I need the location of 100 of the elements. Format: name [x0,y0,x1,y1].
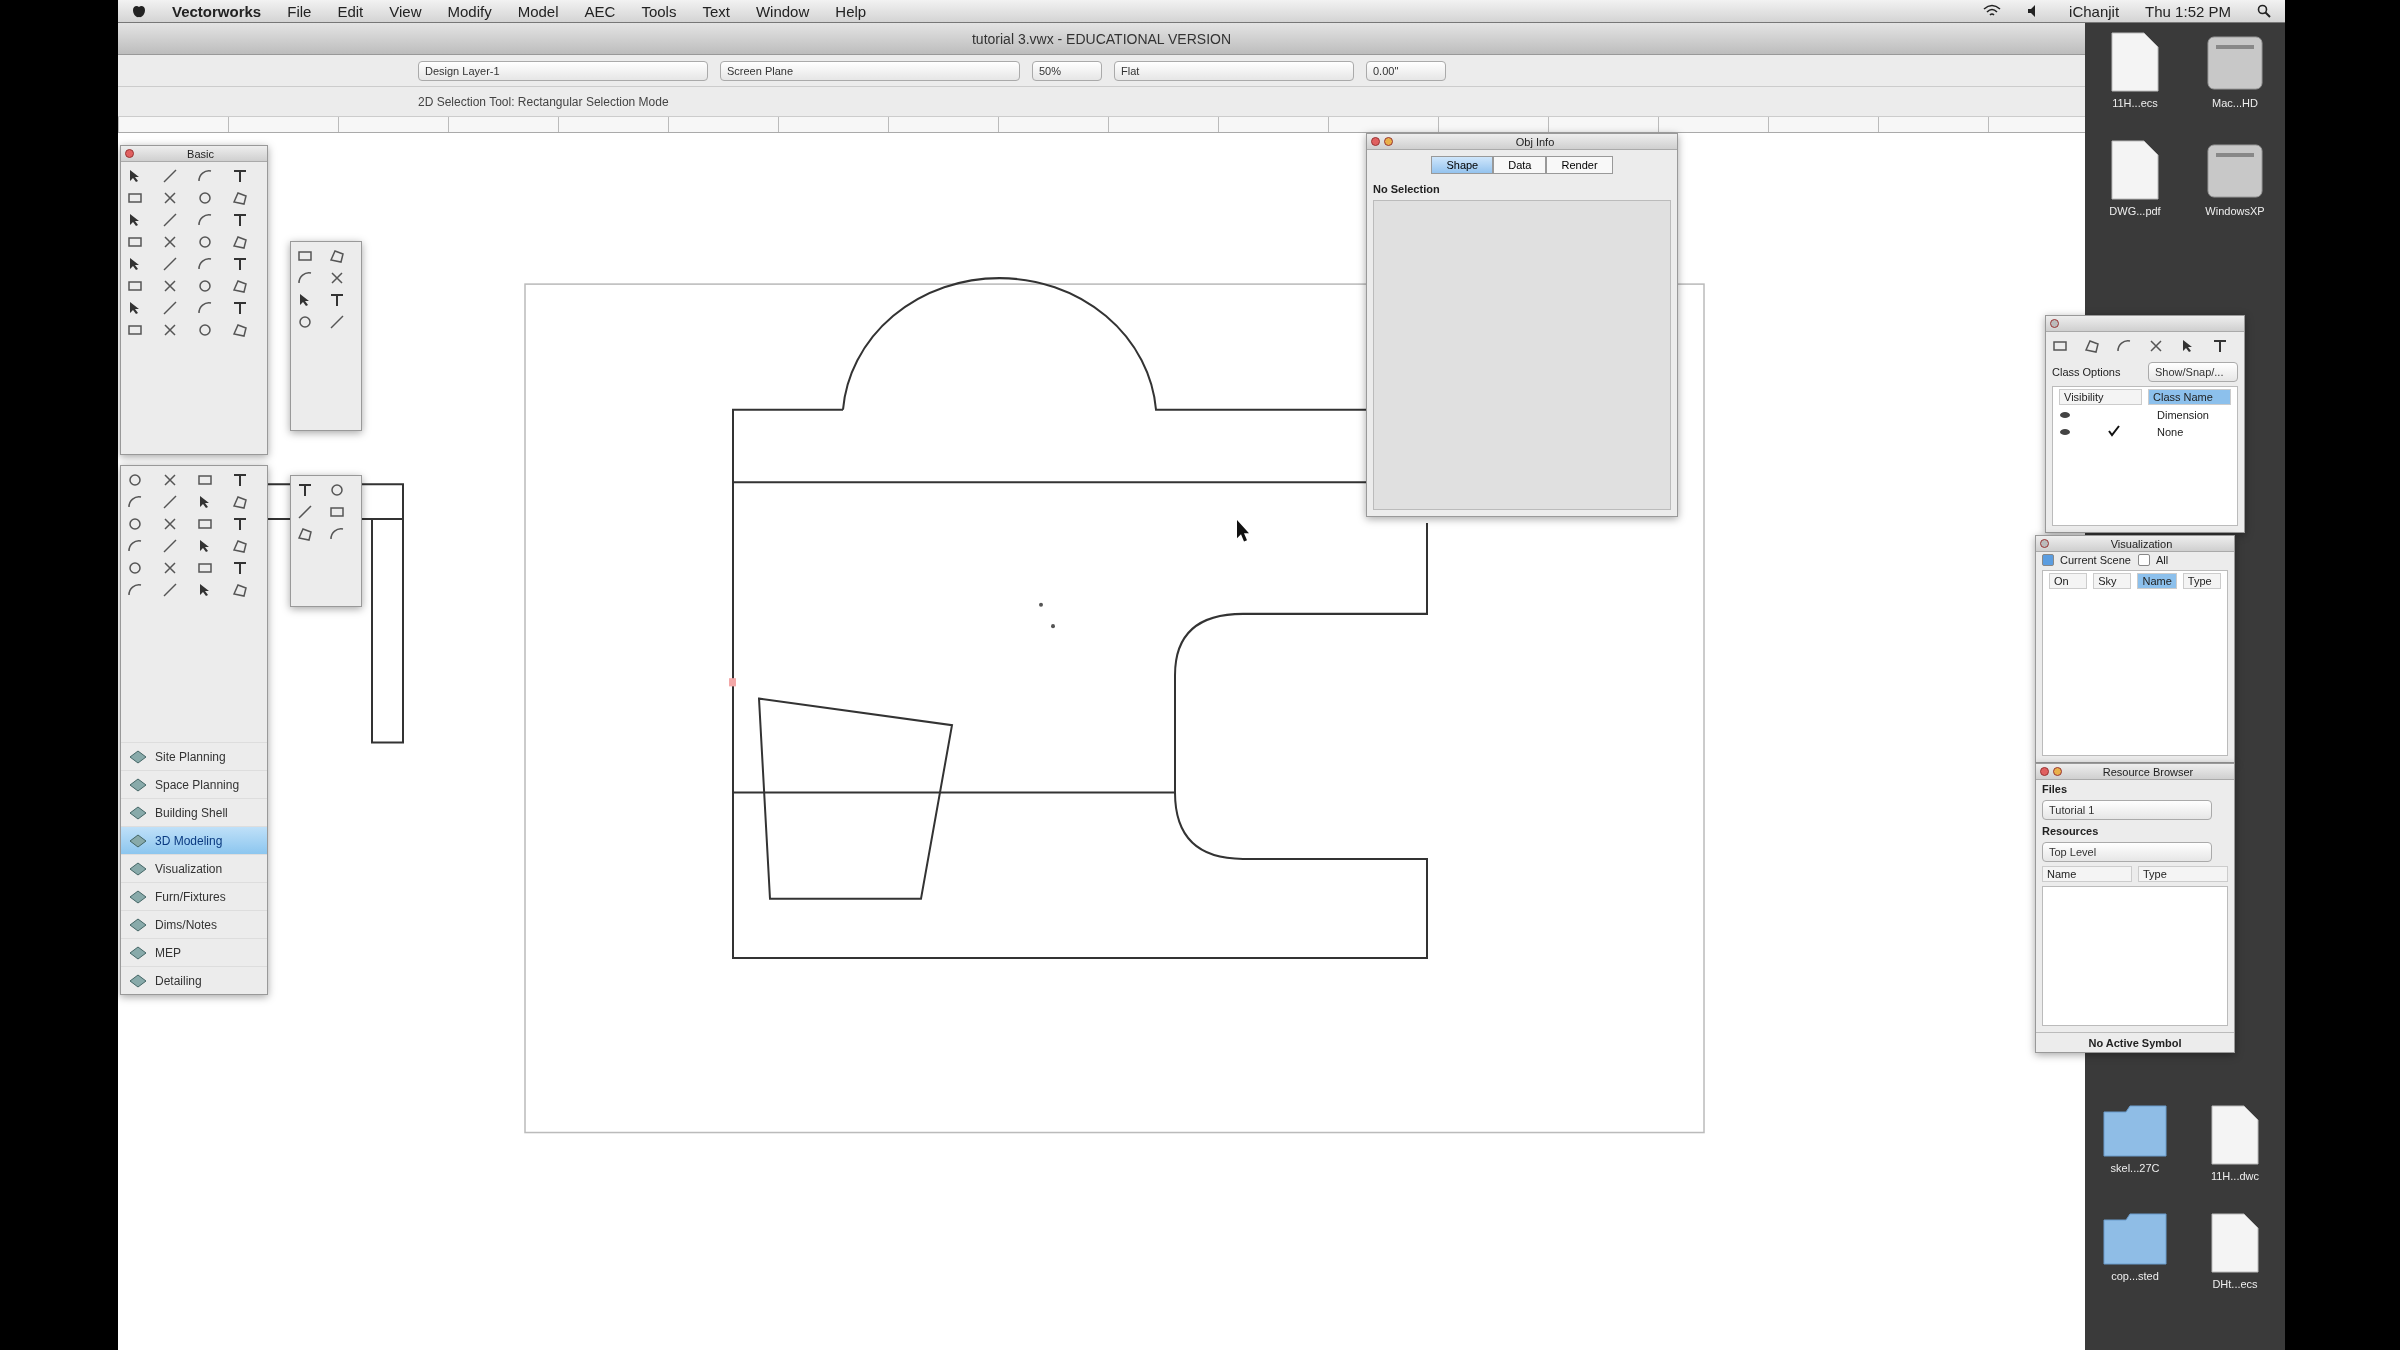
poly-tool-icon[interactable] [232,494,248,510]
poly-tool-icon[interactable] [232,322,248,338]
rect-tool-icon[interactable] [2052,338,2068,354]
rect-tool-icon[interactable] [197,516,213,532]
line-tool-icon[interactable] [162,582,178,598]
rect-tool-icon[interactable] [127,322,143,338]
arc-tool-icon[interactable] [127,494,143,510]
apple-logo-icon[interactable] [132,3,146,19]
layer-dropdown[interactable]: Design Layer-1 [418,60,708,81]
zoom-field[interactable]: 50% [1032,60,1102,81]
document-icon[interactable] [2210,1104,2260,1166]
column-header[interactable]: Name [2042,866,2132,882]
arc-tool-icon[interactable] [127,582,143,598]
tool-set-item[interactable]: Site Planning [121,742,267,770]
user-name[interactable]: iChanjit [2069,2,2120,20]
tool-set-item[interactable]: Furn/Fixtures [121,882,267,910]
circle-tool-icon[interactable] [127,472,143,488]
poly-tool-icon[interactable] [329,248,345,264]
text-tool-icon[interactable] [232,472,248,488]
filter-dropdown[interactable]: Show/Snap/... [2148,362,2238,382]
folder-icon[interactable] [2102,1212,2168,1266]
line-tool-icon[interactable] [162,212,178,228]
tab[interactable]: Render [1546,156,1613,174]
tab[interactable]: Data [1493,156,1547,174]
column-header[interactable]: Sky [2093,573,2132,589]
folder-icon[interactable] [2102,1104,2168,1158]
column-header[interactable]: Type [2182,573,2221,589]
column-header[interactable]: Class Name [2148,389,2231,405]
rect-tool-icon[interactable] [197,560,213,576]
tool-set-item[interactable]: Detailing [121,966,267,994]
rect-tool-icon[interactable] [297,248,313,264]
line-tool-icon[interactable] [162,538,178,554]
checkbox[interactable] [2042,554,2054,566]
arc-tool-icon[interactable] [2116,338,2132,354]
close-button[interactable] [2040,767,2049,776]
column-header[interactable]: On [2049,573,2088,589]
document-icon[interactable] [2210,1212,2260,1274]
circle-tool-icon[interactable] [197,190,213,206]
text-tool-icon[interactable] [232,256,248,272]
column-header[interactable]: Visibility [2059,389,2142,405]
arc-tool-icon[interactable] [197,168,213,184]
rect-tool-icon[interactable] [127,234,143,250]
line-tool-icon[interactable] [297,504,313,520]
file-dropdown[interactable]: Tutorial 1 [2042,800,2212,820]
circle-tool-icon[interactable] [197,234,213,250]
cross-tool-icon[interactable] [162,190,178,206]
cross-tool-icon[interactable] [329,270,345,286]
menu-item[interactable]: Tools [641,2,677,20]
text-tool-icon[interactable] [297,482,313,498]
text-tool-icon[interactable] [232,212,248,228]
cross-tool-icon[interactable] [2148,338,2164,354]
arc-tool-icon[interactable] [197,256,213,272]
search-icon[interactable] [2257,4,2271,18]
menu-item[interactable]: Text [702,2,730,20]
app-menu[interactable]: Vectorworks [172,2,262,20]
text-tool-icon[interactable] [232,560,248,576]
line-tool-icon[interactable] [329,314,345,330]
text-tool-icon[interactable] [329,292,345,308]
menu-item[interactable]: AEC [584,2,616,20]
document-icon[interactable] [2110,139,2160,201]
close-button[interactable] [1371,137,1380,146]
tool-set-item[interactable]: MEP [121,938,267,966]
line-tool-icon[interactable] [162,256,178,272]
menu-item[interactable]: Model [517,2,559,20]
close-button[interactable] [2040,539,2049,548]
folder-dropdown[interactable]: Top Level [2042,842,2212,862]
text-tool-icon[interactable] [232,168,248,184]
tab[interactable]: Shape [1431,156,1494,174]
menu-item[interactable]: File [287,2,312,20]
close-button[interactable] [2050,319,2059,328]
menu-item[interactable]: Edit [337,2,364,20]
poly-tool-icon[interactable] [232,278,248,294]
poly-tool-icon[interactable] [232,582,248,598]
cross-tool-icon[interactable] [162,516,178,532]
menu-item[interactable]: Modify [447,2,492,20]
cross-tool-icon[interactable] [162,560,178,576]
render-mode-dropdown[interactable]: Flat [1114,60,1354,81]
poly-tool-icon[interactable] [232,234,248,250]
offset-field[interactable]: 0.00" [1366,60,1446,81]
cross-tool-icon[interactable] [162,234,178,250]
circle-tool-icon[interactable] [297,314,313,330]
cross-tool-icon[interactable] [162,472,178,488]
poly-tool-icon[interactable] [232,538,248,554]
close-button[interactable] [125,149,134,158]
arc-tool-icon[interactable] [197,300,213,316]
column-header[interactable]: Name [2137,573,2177,589]
minimize-button[interactable] [2053,767,2062,776]
wifi-icon[interactable] [1983,4,2002,18]
eye-icon[interactable] [2059,410,2071,420]
column-header[interactable]: Type [2138,866,2228,882]
text-tool-icon[interactable] [232,516,248,532]
tool-set-item[interactable]: Space Planning [121,770,267,798]
menu-item[interactable]: View [389,2,422,20]
circle-tool-icon[interactable] [127,516,143,532]
rect-tool-icon[interactable] [329,504,345,520]
circle-tool-icon[interactable] [197,278,213,294]
menu-item[interactable]: Window [755,2,810,20]
circle-tool-icon[interactable] [127,560,143,576]
tool-set-item[interactable]: 3D Modeling [121,826,267,854]
rect-tool-icon[interactable] [127,190,143,206]
